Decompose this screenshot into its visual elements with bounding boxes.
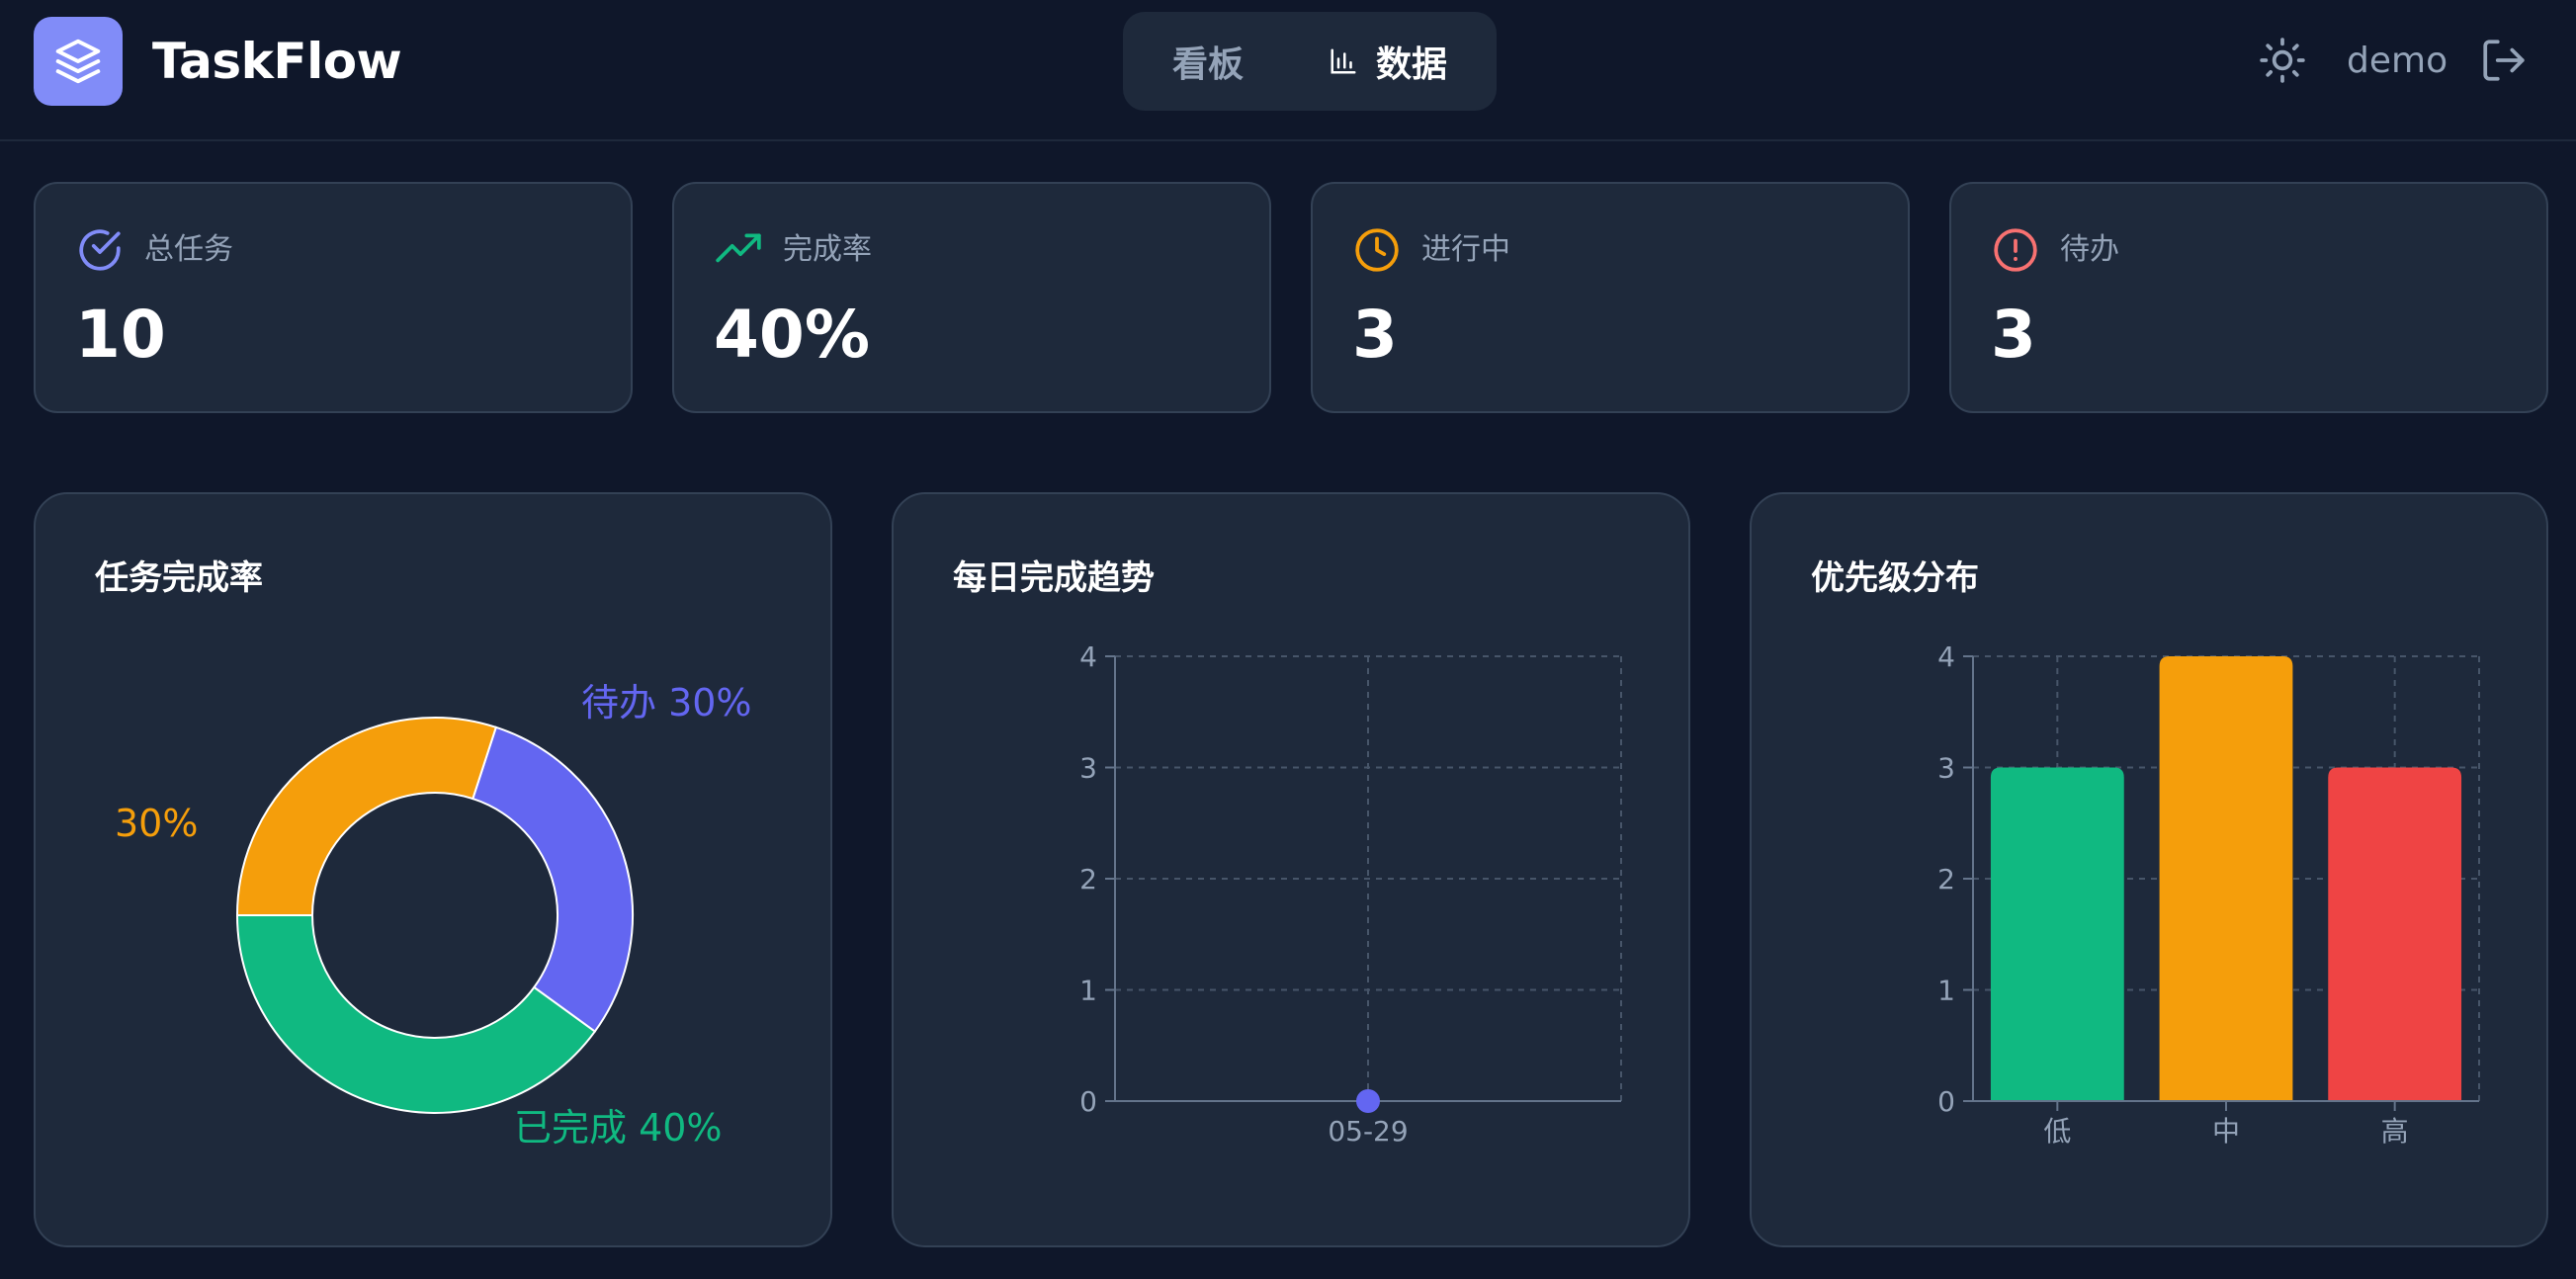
logout-icon[interactable] [2479,36,2529,85]
x-tick-label: 高 [2381,1115,2409,1148]
stat-label: 待办 [2060,232,2119,267]
y-tick-label: 4 [1937,640,1955,673]
y-tick-label: 2 [1937,863,1955,895]
daily-trend-line-chart: 0 1 2 3 4 05-29 [1079,640,1622,1148]
y-tick-label: 0 [1079,1085,1097,1118]
chart-card-completion: 任务完成率 待办 30% 已完成 40% 30% [34,492,832,1247]
stat-value: 3 [1991,297,2036,373]
alert-circle-icon [1994,228,2037,272]
priority-bar [2328,767,2462,1101]
y-tick-label: 2 [1079,863,1097,895]
view-switcher: 看板 数据 [1123,12,1497,111]
clock-icon [1355,228,1399,272]
sun-icon[interactable] [2258,36,2307,85]
donut-slice-label: 30% [115,802,198,845]
stat-value: 40% [714,297,870,373]
donut-slice [235,914,597,1114]
check-circle-icon [79,229,121,271]
stat-value: 3 [1352,297,1398,373]
stat-label: 完成率 [783,232,872,267]
app-logo[interactable] [34,17,123,106]
stat-card-total: 总任务 10 [34,182,633,413]
y-tick-label: 1 [1937,975,1955,1007]
tab-data[interactable]: 数据 [1329,12,1447,111]
stat-label: 进行中 [1421,232,1510,267]
x-tick-label: 中 [2212,1115,2240,1148]
top-bar: TaskFlow 看板 数据 demo [0,0,2576,141]
x-tick-label: 05-29 [1328,1115,1408,1148]
user-name: demo [2347,41,2448,81]
x-tick-label: 低 [2043,1115,2071,1148]
bar-chart-icon [1331,48,1356,74]
chart-card-trend: 每日完成趋势 0 1 2 3 4 05-29 [892,492,1690,1247]
stat-value: 10 [75,297,166,373]
priority-bar [1990,767,2124,1101]
priority-bar [2159,656,2293,1101]
y-tick-label: 0 [1937,1085,1955,1118]
completion-donut-chart: 待办 30% 已完成 40% 30% [115,681,752,1150]
stat-label: 总任务 [144,232,233,267]
stat-card-in-progress: 进行中 3 [1311,182,1910,413]
tab-board[interactable]: 看板 [1172,12,1244,111]
donut-slice [472,725,634,1033]
donut-slice-label: 待办 30% [581,681,752,725]
trending-up-icon [716,233,761,263]
layers-icon [55,39,101,84]
tab-data-label: 数据 [1376,44,1448,85]
stat-card-completion-rate: 完成率 40% [672,182,1271,413]
y-tick-label: 4 [1079,640,1097,673]
app-title: TaskFlow [152,33,402,90]
tab-board-label: 看板 [1172,44,1245,85]
trend-data-point [1356,1089,1380,1113]
stat-card-todo: 待办 3 [1949,182,2548,413]
y-tick-label: 3 [1937,752,1955,785]
donut-slice [235,717,498,916]
y-tick-label: 1 [1079,975,1097,1007]
priority-bar-chart: 0 1 2 3 4 低 中 高 [1937,640,2480,1148]
donut-slice-label: 已完成 40% [514,1106,723,1150]
chart-card-priority: 优先级分布 01234低中高 [1750,492,2548,1247]
y-tick-label: 3 [1079,752,1097,785]
